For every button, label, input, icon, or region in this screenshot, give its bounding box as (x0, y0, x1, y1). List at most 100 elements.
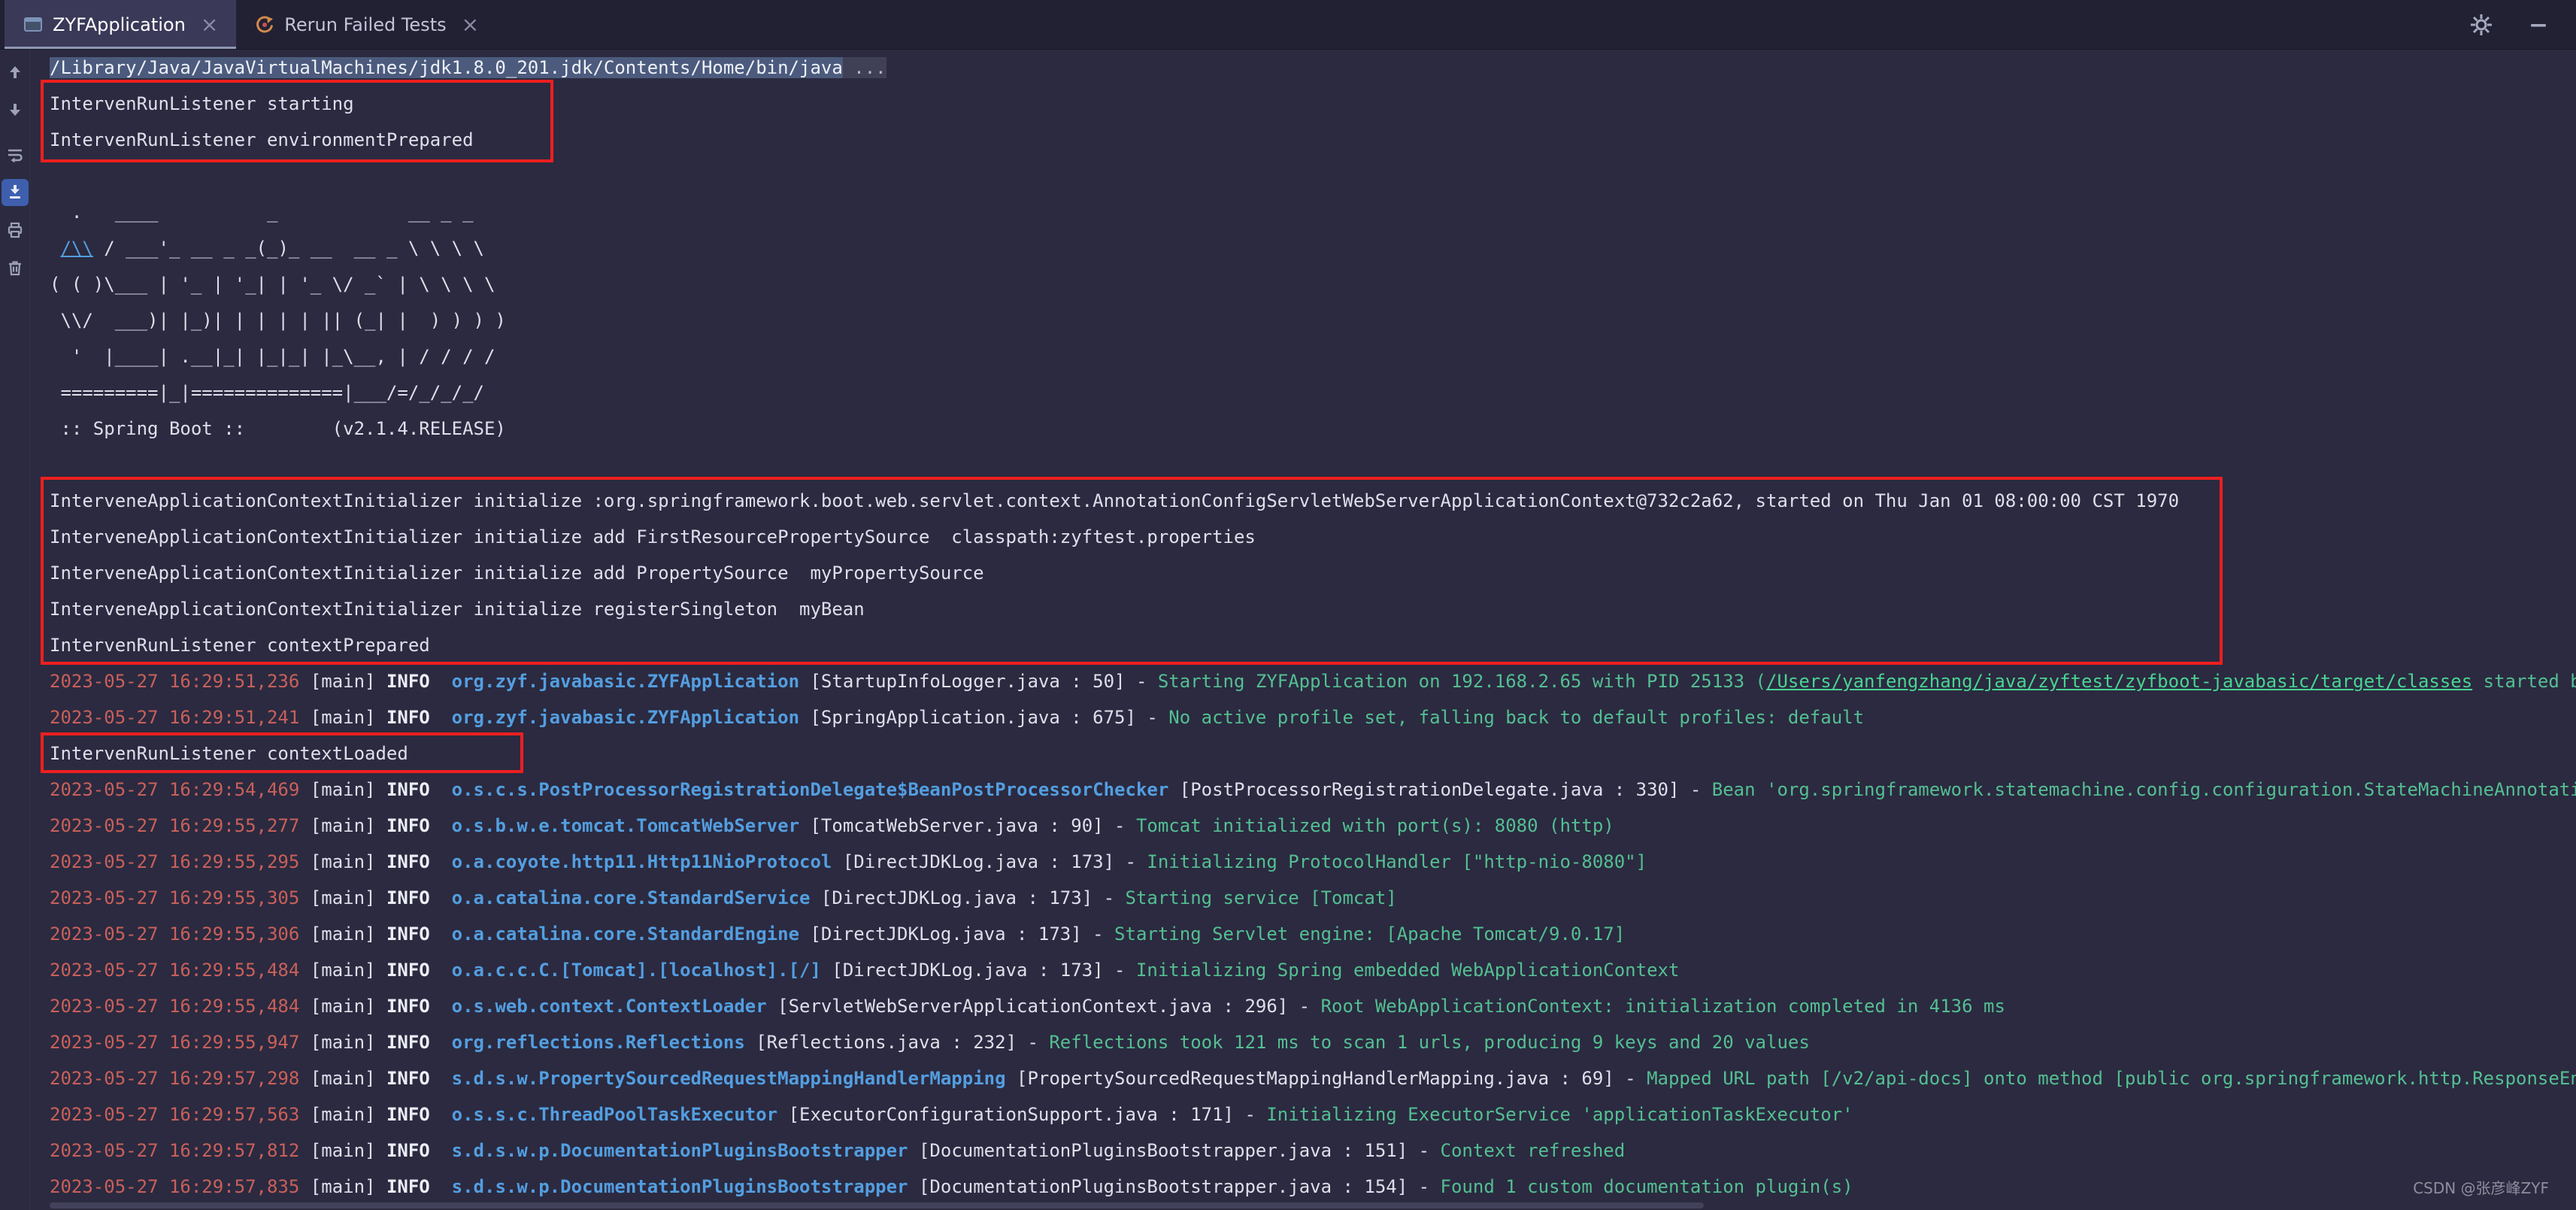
log-segment: o.a.catalina.core.StandardEngine (452, 923, 799, 945)
log-segment: 2023-05-27 16:29:51,236 (50, 671, 299, 692)
log-segment: [main] (299, 1032, 386, 1053)
log-segment: [TomcatWebServer.java : 90] - (799, 815, 1136, 836)
log-segment (430, 960, 452, 981)
log-segment: Initializing Spring embedded WebApplicat… (1136, 960, 1679, 981)
clear-all-icon[interactable] (2, 254, 29, 281)
log-segment (430, 1104, 452, 1125)
log-segment: [StartupInfoLogger.java : 50] - (799, 671, 1158, 692)
console-line: InterveneApplicationContextInitializer i… (50, 591, 2576, 627)
log-segment: IntervenRunListener environmentPrepared (50, 129, 474, 150)
log-segment: [main] (299, 923, 386, 945)
log-segment: [main] (299, 960, 386, 981)
log-segment: Context refreshed (1441, 1140, 1626, 1161)
tab-zyfapplication[interactable]: ZYFApplication × (5, 0, 236, 49)
console-line: 2023-05-27 16:29:51,236 [main] INFO org.… (50, 663, 2576, 699)
log-segment: org.reflections.Reflections (452, 1032, 745, 1053)
console-line: InterveneApplicationContextInitializer i… (50, 555, 2576, 591)
minimize-icon[interactable] (2523, 10, 2553, 40)
log-segment: 2023-05-27 16:29:55,947 (50, 1032, 299, 1053)
gear-icon[interactable] (2466, 10, 2496, 40)
log-segment: INFO (386, 851, 430, 872)
log-segment (430, 851, 452, 872)
log-segment (430, 887, 452, 908)
log-segment (430, 1068, 452, 1089)
print-icon[interactable] (2, 217, 29, 244)
log-segment: [main] (299, 887, 386, 908)
console-line: IntervenRunListener contextPrepared (50, 627, 2576, 663)
log-segment: s.d.s.w.p.DocumentationPluginsBootstrapp… (452, 1176, 908, 1197)
log-segment: INFO (386, 707, 430, 728)
log-segment: 2023-05-27 16:29:54,469 (50, 779, 299, 800)
log-segment: INFO (386, 671, 430, 692)
tab-close-icon[interactable]: × (201, 14, 218, 35)
log-segment: o.s.c.s.PostProcessorRegistrationDelegat… (452, 779, 1169, 800)
console-line: 2023-05-27 16:29:57,835 [main] INFO s.d.… (50, 1169, 2576, 1205)
tab-bar-actions (2466, 0, 2576, 49)
log-segment: IntervenRunListener contextLoaded (50, 743, 408, 764)
rerun-failed-tests-icon (254, 14, 275, 35)
log-segment: o.a.coyote.http11.Http11NioProtocol (452, 851, 832, 872)
log-segment: INFO (386, 1032, 430, 1053)
soft-wrap-icon[interactable] (2, 141, 29, 168)
log-segment: 2023-05-27 16:29:55,484 (50, 960, 299, 981)
log-segment: Tomcat initialized with port(s): 8080 (h… (1136, 815, 1614, 836)
console-toolbar (0, 50, 30, 1210)
log-segment: [main] (299, 815, 386, 836)
log-segment: [ServletWebServerApplicationContext.java… (767, 996, 1321, 1017)
log-segment (430, 815, 452, 836)
log-segment (430, 1176, 452, 1197)
log-segment: 2023-05-27 16:29:55,306 (50, 923, 299, 945)
console-line: 2023-05-27 16:29:55,484 [main] INFO o.a.… (50, 952, 2576, 988)
watermark: CSDN @张彦峰ZYF (2413, 1176, 2549, 1198)
console-output[interactable]: /Library/Java/JavaVirtualMachines/jdk1.8… (30, 50, 2576, 1210)
log-segment: o.s.s.c.ThreadPoolTaskExecutor (452, 1104, 777, 1125)
log-segment: 2023-05-27 16:29:55,277 (50, 815, 299, 836)
console-line: InterveneApplicationContextInitializer i… (50, 483, 2576, 519)
log-segment: INFO (386, 887, 430, 908)
log-segment: Root WebApplicationContext: initializati… (1321, 996, 2005, 1017)
console-line (50, 158, 2576, 194)
log-segment: InterveneApplicationContextInitializer i… (50, 599, 865, 620)
console-line: /Library/Java/JavaVirtualMachines/jdk1.8… (50, 50, 2576, 86)
console-line: 2023-05-27 16:29:57,563 [main] INFO o.s.… (50, 1096, 2576, 1133)
console-line: IntervenRunListener starting (50, 86, 2576, 122)
scroll-to-end-icon[interactable] (2, 179, 29, 206)
console-line (50, 447, 2576, 483)
console-line: ' |____| .__|_| |_|_| |_\__, | / / / / (50, 338, 2576, 375)
tab-rerun-failed-tests[interactable]: Rerun Failed Tests × (236, 0, 497, 49)
log-segment: Initializing ProtocolHandler ["http-nio-… (1147, 851, 1647, 872)
banner-link[interactable]: /\\ (60, 238, 92, 259)
console-line: 2023-05-27 16:29:55,305 [main] INFO o.a.… (50, 880, 2576, 916)
log-segment: No active profile set, falling back to d… (1168, 707, 1864, 728)
horizontal-scrollbar[interactable] (30, 1201, 2576, 1210)
console-line: 2023-05-27 16:29:51,241 [main] INFO org.… (50, 699, 2576, 735)
log-segment: InterveneApplicationContextInitializer i… (50, 526, 1256, 547)
log-segment: Reflections took 121 ms to scan 1 urls, … (1049, 1032, 1809, 1053)
log-segment: o.s.b.w.e.tomcat.TomcatWebServer (452, 815, 799, 836)
log-segment: o.a.catalina.core.StandardService (452, 887, 811, 908)
log-segment: INFO (386, 960, 430, 981)
log-segment: [main] (299, 1104, 386, 1125)
log-segment: ' |____| .__|_| |_|_| |_\__, | / / / / (50, 346, 495, 367)
log-segment: /Library/Java/JavaVirtualMachines/jdk1.8… (50, 57, 843, 78)
file-link[interactable]: /Users/yanfengzhang/java/zyftest/zyfboot… (1766, 671, 2472, 692)
scrollbar-thumb[interactable] (50, 1202, 1704, 1208)
log-segment: Starting Servlet engine: [Apache Tomcat/… (1114, 923, 1625, 945)
down-arrow-icon[interactable] (2, 96, 29, 123)
log-segment: [ExecutorConfigurationSupport.java : 171… (777, 1104, 1266, 1125)
console-line: /\\ / ___'_ __ _ _(_)_ __ __ _ \ \ \ \ (50, 230, 2576, 266)
run-console-icon (23, 14, 44, 35)
log-segment: org.zyf.javabasic.ZYFApplication (452, 671, 799, 692)
console-line: 2023-05-27 16:29:55,947 [main] INFO org.… (50, 1024, 2576, 1060)
log-segment (50, 238, 60, 259)
log-segment: 2023-05-27 16:29:51,241 (50, 707, 299, 728)
console-line: 2023-05-27 16:29:55,306 [main] INFO o.a.… (50, 916, 2576, 952)
log-segment: INFO (386, 1104, 430, 1125)
log-segment: [DirectJDKLog.java : 173] - (821, 960, 1136, 981)
console-line: . ____ _ __ _ _ (50, 194, 2576, 230)
log-segment: 2023-05-27 16:29:55,295 (50, 851, 299, 872)
up-arrow-icon[interactable] (2, 59, 29, 86)
tab-close-icon[interactable]: × (462, 14, 479, 35)
log-segment: org.zyf.javabasic.ZYFApplication (452, 707, 799, 728)
log-segment: 2023-05-27 16:29:57,298 (50, 1068, 299, 1089)
